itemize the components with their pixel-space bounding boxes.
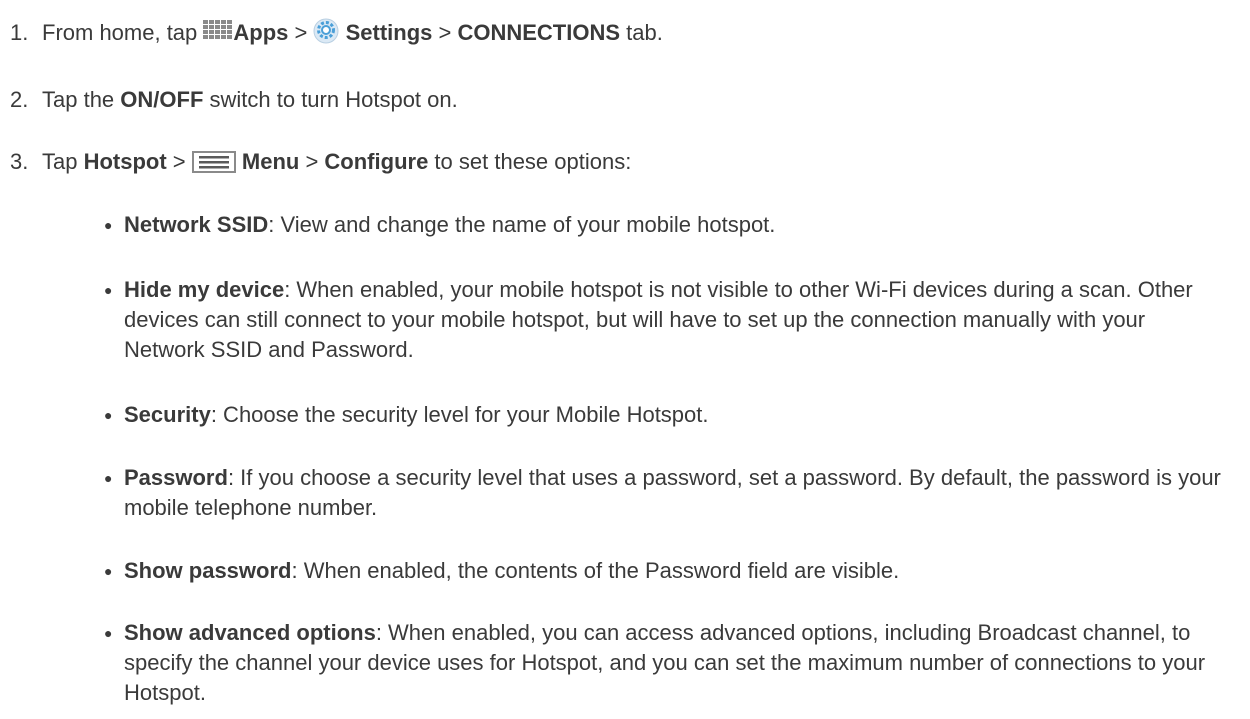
step-number: 2.: [10, 87, 29, 112]
option-description: : Choose the security level for your Mob…: [210, 402, 709, 427]
option-term: Show advanced options: [124, 620, 376, 645]
bullet-icon: ●: [104, 282, 113, 298]
step-text: tab.: [620, 20, 663, 45]
menu-label: Menu: [241, 149, 300, 174]
connections-label: CONNECTIONS: [457, 20, 621, 45]
apps-grid-icon: [203, 20, 233, 52]
configure-label: Configure: [324, 149, 429, 174]
step-1: 1. From home, tap Apps > Settings > CONNE…: [10, 18, 663, 52]
menu-icon: [191, 151, 236, 181]
settings-gear-icon: [313, 18, 339, 52]
hotspot-label: Hotspot: [83, 149, 167, 174]
onoff-label: ON/OFF: [120, 87, 204, 112]
apps-label: Apps: [233, 20, 289, 45]
step-number: 3.: [10, 149, 29, 174]
list-item: ● Network SSID: View and change the name…: [104, 210, 1229, 240]
option-term: Password: [124, 465, 228, 490]
list-item: ● Hide my device: When enabled, your mob…: [104, 275, 1229, 365]
step-text: Tap: [42, 149, 84, 174]
step-separator: >: [288, 20, 314, 45]
bullet-icon: ●: [104, 563, 113, 579]
option-description: : When enabled, your mobile hotspot is n…: [124, 277, 1193, 362]
list-item: ● Show advanced options: When enabled, y…: [104, 618, 1229, 708]
bullet-icon: ●: [104, 217, 113, 233]
bullet-icon: ●: [104, 407, 113, 423]
step-text: From home, tap: [42, 20, 204, 45]
step-separator: >: [299, 149, 325, 174]
settings-label: Settings: [345, 20, 433, 45]
option-description: : If you choose a security level that us…: [124, 465, 1221, 520]
step-text: to set these options:: [428, 149, 632, 174]
list-item: ● Security: Choose the security level fo…: [104, 400, 1229, 430]
option-description: : View and change the name of your mobil…: [268, 212, 776, 237]
option-term: Show password: [124, 558, 292, 583]
step-number: 1.: [10, 20, 29, 45]
bullet-icon: ●: [104, 470, 113, 486]
option-term: Hide my device: [124, 277, 285, 302]
list-item: ● Password: If you choose a security lev…: [104, 463, 1229, 523]
step-2: 2. Tap the ON/OFF switch to turn Hotspot …: [10, 85, 458, 115]
step-3: 3. Tap Hotspot > Menu > Configure to set …: [10, 147, 631, 181]
option-description: : When enabled, the contents of the Pass…: [291, 558, 900, 583]
step-separator: >: [432, 20, 458, 45]
step-separator: >: [166, 149, 192, 174]
option-term: Network SSID: [124, 212, 269, 237]
list-item: ● Show password: When enabled, the conte…: [104, 556, 1229, 586]
step-text: switch to turn Hotspot on.: [203, 87, 458, 112]
option-term: Security: [124, 402, 211, 427]
bullet-icon: ●: [104, 625, 113, 641]
step-text: Tap the: [42, 87, 121, 112]
